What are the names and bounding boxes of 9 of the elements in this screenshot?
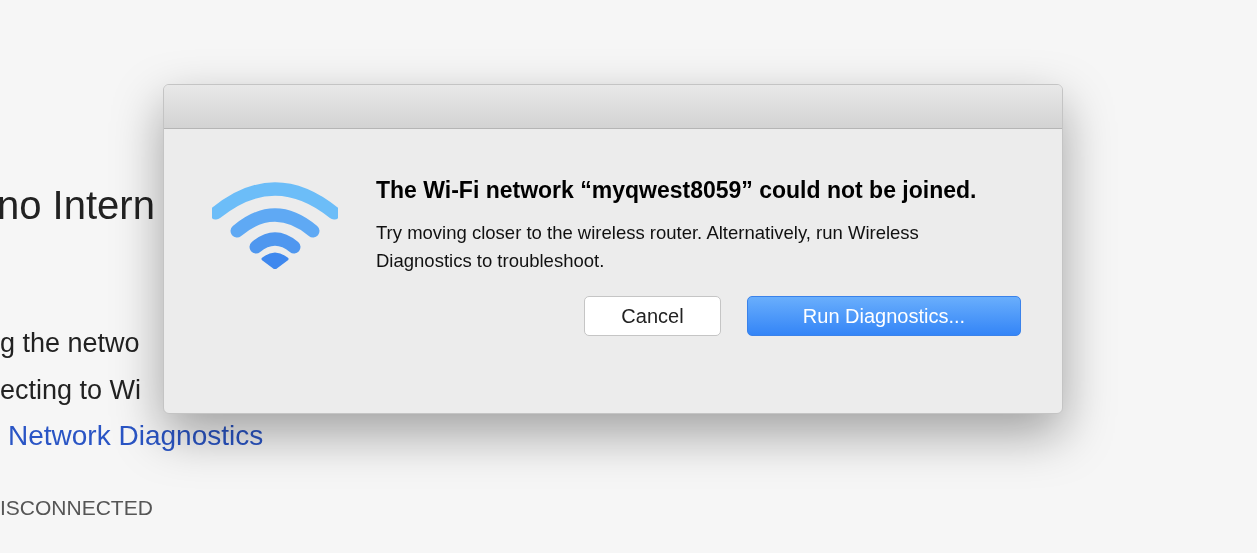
alert-title: The Wi-Fi network “myqwest8059” could not be joined. [376, 176, 978, 205]
page-heading: no Intern [0, 182, 155, 229]
body-text: g the netwo [0, 327, 140, 360]
alert-message: Try moving closer to the wireless router. Alternatively, run Wireless Diagnostics to troubleshoot. [376, 221, 920, 273]
diagnostics-link[interactable]: Network Diagnostics [8, 414, 264, 458]
body-text: ecting to Wi [0, 374, 142, 407]
cancel-button[interactable]: Cancel [584, 296, 721, 336]
status-label: ISCONNECTED [0, 496, 153, 520]
wifi-icon [212, 179, 338, 269]
